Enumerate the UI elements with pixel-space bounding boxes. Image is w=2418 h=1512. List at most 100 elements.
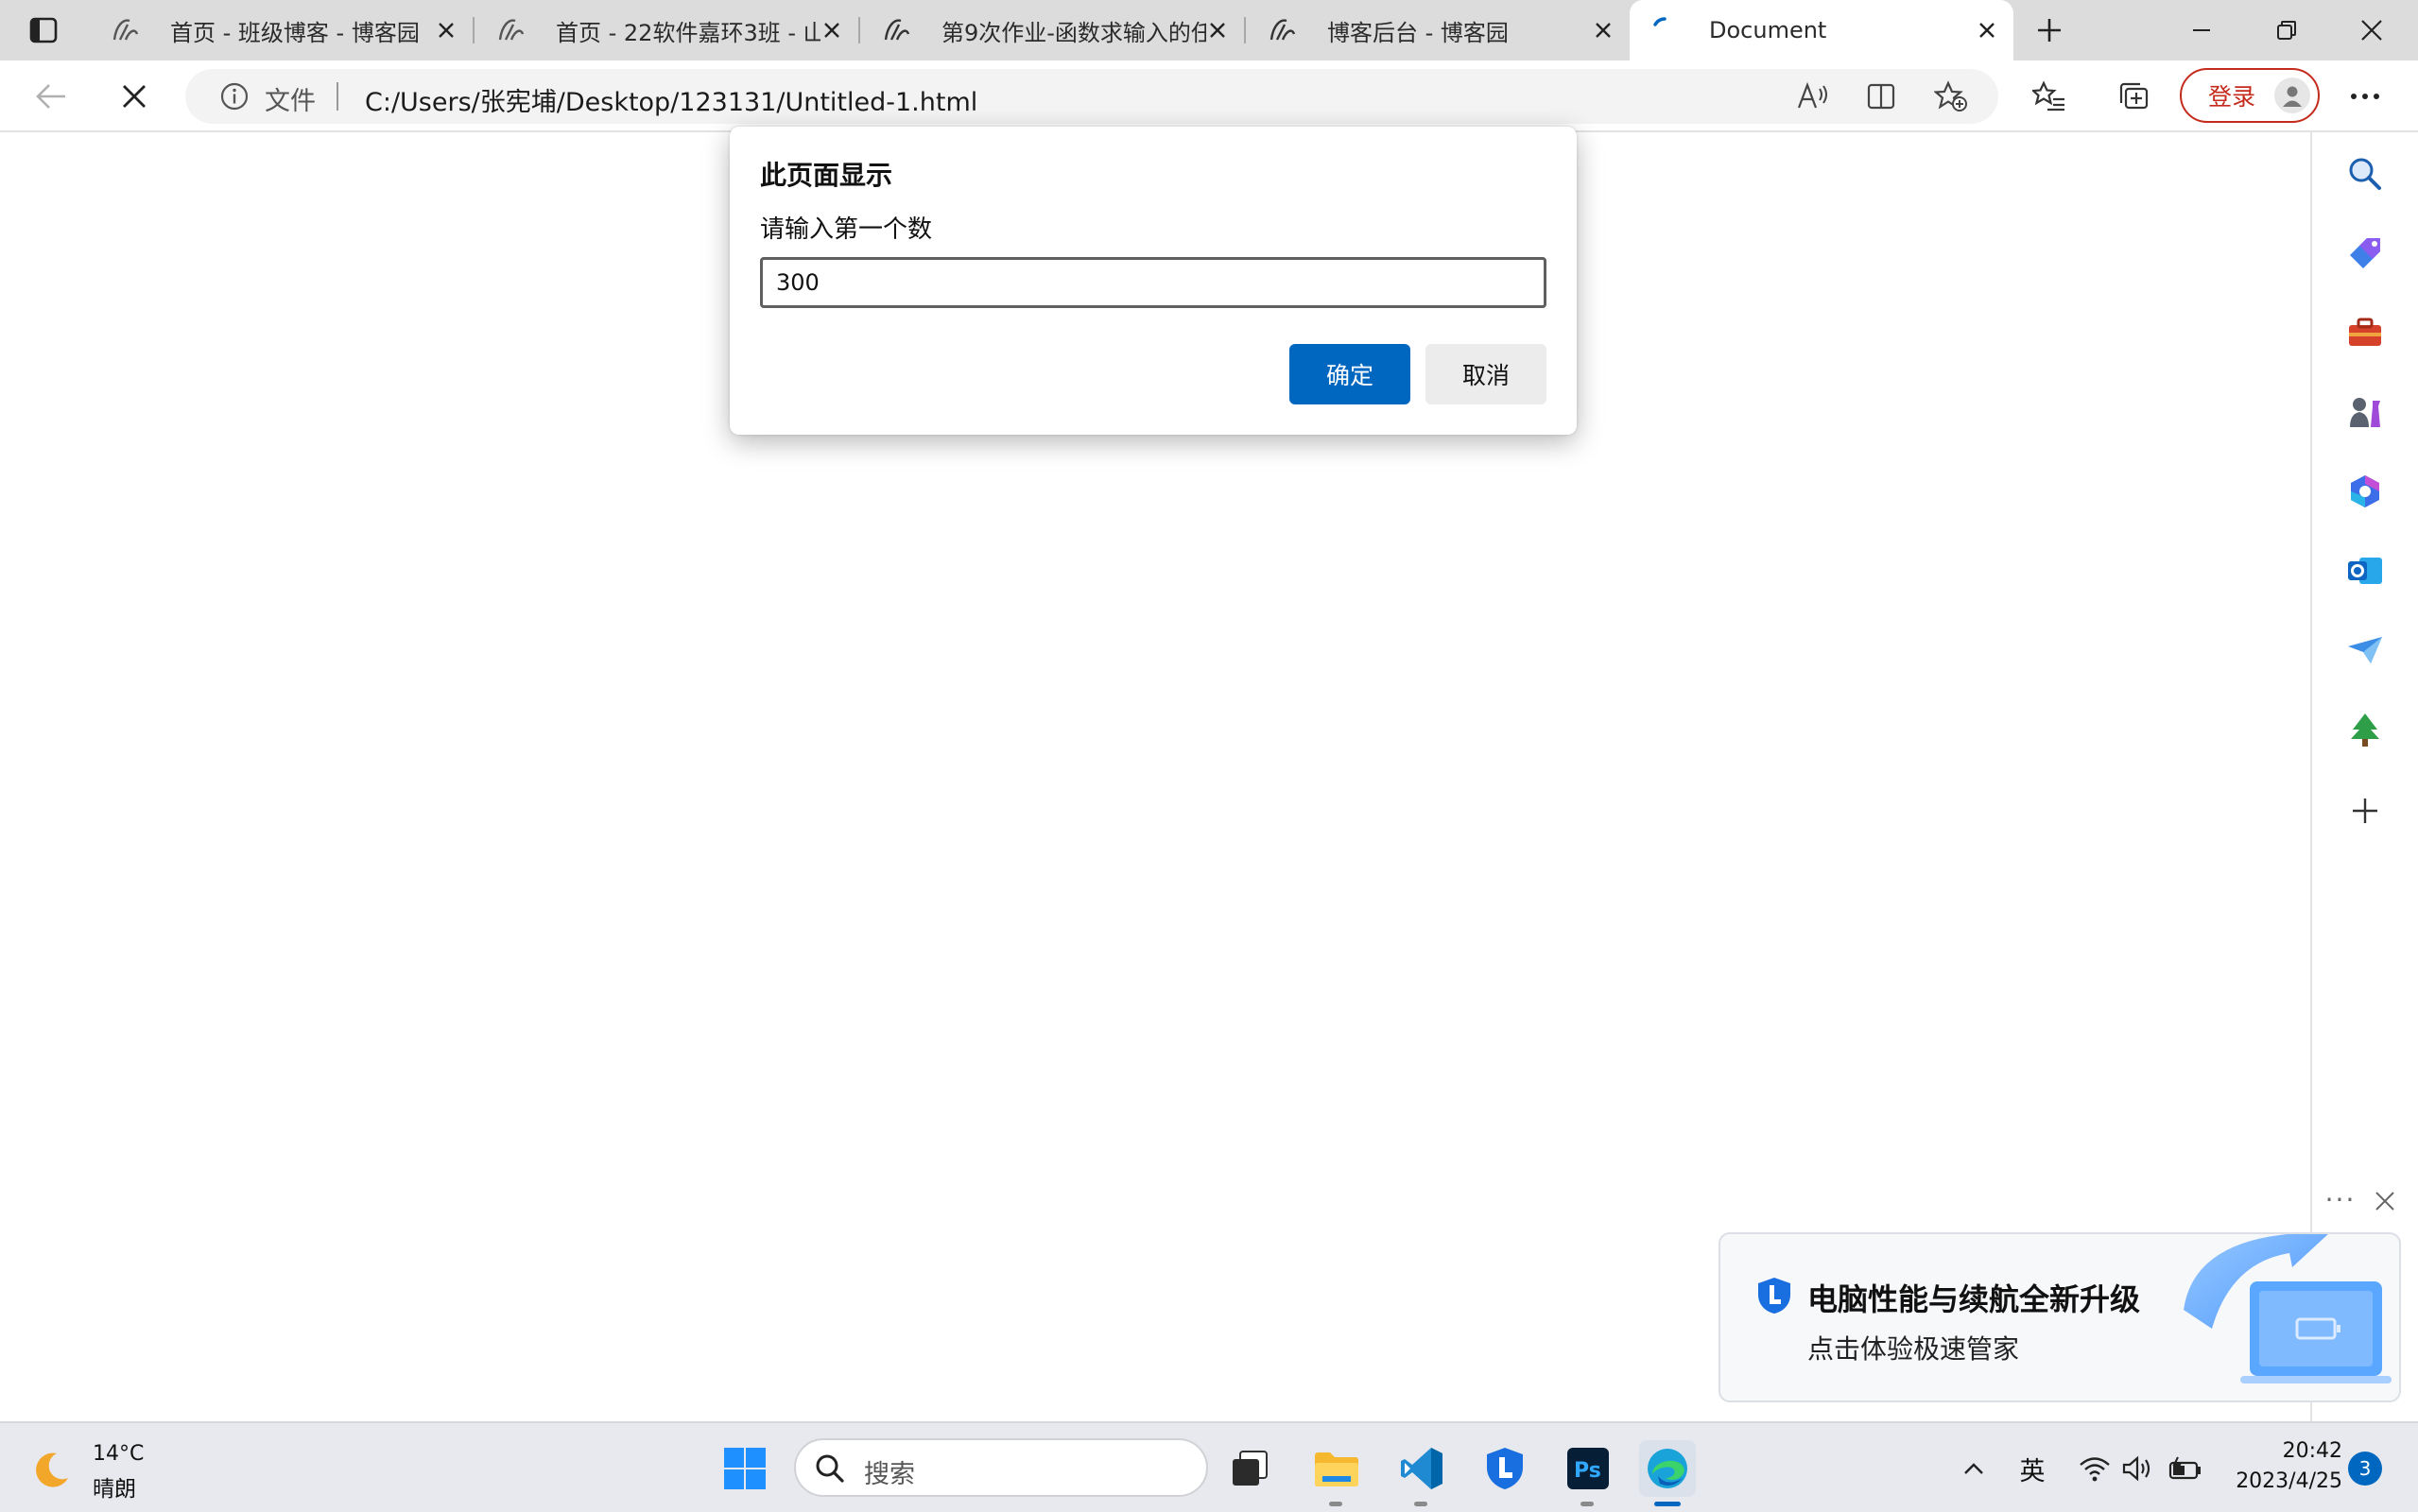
sidebar-outlook-button[interactable] xyxy=(2342,548,2388,593)
cnblogs-icon xyxy=(881,14,913,46)
photoshop-icon: Ps xyxy=(1567,1448,1609,1489)
close-tab-icon[interactable] xyxy=(819,17,845,43)
vscode-icon xyxy=(1401,1448,1442,1489)
address-bar[interactable]: 文件 C:/Users/张宪埔/Desktop/123131/Untitled-… xyxy=(185,69,1998,124)
shopping-tag-icon xyxy=(2350,238,2380,268)
cancel-button[interactable]: 取消 xyxy=(1425,344,1546,404)
new-tab-button[interactable] xyxy=(2025,9,2074,51)
running-indicator xyxy=(1414,1502,1427,1506)
toolbox-icon xyxy=(2349,318,2381,346)
file-explorer-button[interactable] xyxy=(1308,1440,1365,1506)
back-button[interactable] xyxy=(26,74,76,119)
notification-more-button[interactable]: ··· xyxy=(2322,1184,2359,1215)
search-placeholder: 搜索 xyxy=(864,1460,915,1489)
search-icon xyxy=(816,1454,844,1483)
settings-more-button[interactable] xyxy=(2340,74,2390,119)
tab-document-active[interactable]: Document xyxy=(1630,0,2013,60)
plus-icon xyxy=(2038,19,2061,42)
volume-status[interactable] xyxy=(2119,1446,2157,1491)
tab-title: Document xyxy=(1709,17,1827,43)
system-clock[interactable]: 20:42 2023/4/25 xyxy=(2221,1436,2342,1497)
tab-3[interactable]: 第9次作业-函数求输入的任 xyxy=(862,0,1244,60)
cnblogs-icon xyxy=(495,14,527,46)
cnblogs-icon xyxy=(110,14,142,46)
add-favorite-icon[interactable] xyxy=(1930,77,1972,115)
ok-button[interactable]: 确定 xyxy=(1289,344,1410,404)
chess-piece-icon xyxy=(2350,398,2380,427)
notification-close-button[interactable] xyxy=(2369,1185,2401,1217)
sidebar-send-button[interactable] xyxy=(2342,627,2388,673)
task-view-button[interactable] xyxy=(1221,1440,1278,1497)
edge-button[interactable] xyxy=(1639,1440,1696,1506)
restore-button[interactable] xyxy=(2244,0,2329,60)
sidebar-shopping-button[interactable] xyxy=(2342,231,2388,276)
minimize-icon xyxy=(2193,29,2210,31)
tab-actions-button[interactable] xyxy=(17,11,70,49)
stop-loading-button[interactable] xyxy=(110,74,159,119)
collections-button[interactable] xyxy=(2110,74,2159,119)
tab-2[interactable]: 首页 - 22软件嘉环3班 - 山 xyxy=(476,0,858,60)
sidebar-add-button[interactable] xyxy=(2342,788,2388,833)
sidebar-tree-button[interactable] xyxy=(2342,707,2388,752)
wifi-status[interactable] xyxy=(2076,1446,2114,1491)
more-horizontal-icon xyxy=(2351,94,2379,99)
prompt-input[interactable] xyxy=(760,257,1546,308)
taskbar-search-box[interactable]: 搜索 xyxy=(794,1438,1208,1497)
close-tab-icon[interactable] xyxy=(1204,17,1231,43)
tab-1[interactable]: 首页 - 班级博客 - 博客园 xyxy=(91,0,473,60)
show-hidden-icons-button[interactable] xyxy=(1957,1446,1991,1491)
start-button[interactable] xyxy=(717,1440,773,1497)
promo-notification[interactable]: 电脑性能与续航全新升级 点击体验极速管家 xyxy=(1719,1232,2401,1402)
svg-text:Ps: Ps xyxy=(1574,1459,1601,1483)
dialog-title: 此页面显示 xyxy=(760,160,893,191)
notification-title: 电脑性能与续航全新升级 xyxy=(1807,1281,2141,1317)
minimize-button[interactable] xyxy=(2159,0,2244,60)
plus-icon xyxy=(2353,799,2377,823)
info-icon[interactable] xyxy=(219,81,250,112)
notification-center-badge[interactable]: 3 xyxy=(2348,1452,2382,1486)
clock-time: 20:42 xyxy=(2282,1439,2342,1463)
edge-sidebar xyxy=(2310,132,2418,1421)
search-icon xyxy=(2349,158,2381,190)
photoshop-button[interactable]: Ps xyxy=(1560,1440,1616,1506)
battery-status[interactable] xyxy=(2167,1446,2204,1491)
file-scheme-label: 文件 xyxy=(265,87,316,116)
security-manager-logo-icon xyxy=(1758,1278,1790,1314)
sidebar-games-button[interactable] xyxy=(2342,389,2388,435)
read-aloud-icon[interactable] xyxy=(1792,77,1834,115)
close-tab-icon[interactable] xyxy=(1974,17,2000,43)
favorites-button[interactable] xyxy=(2025,74,2074,119)
running-indicator xyxy=(1329,1502,1342,1506)
battery-charging-icon xyxy=(2168,1456,2201,1480)
sidebar-tools-button[interactable] xyxy=(2342,310,2388,355)
sidebar-office-button[interactable] xyxy=(2342,469,2388,514)
tab-title: 首页 - 班级博客 - 博客园 xyxy=(170,19,420,46)
close-tab-icon[interactable] xyxy=(433,17,459,43)
url-text[interactable]: C:/Users/张宪埔/Desktop/123131/Untitled-1.h… xyxy=(365,81,977,118)
tab-separator xyxy=(1244,17,1246,43)
input-method-indicator[interactable]: 英 xyxy=(2012,1446,2053,1491)
close-icon xyxy=(2361,20,2382,41)
sidebar-search-button[interactable] xyxy=(2342,151,2388,197)
speaker-icon xyxy=(2122,1455,2150,1482)
tab-actions-icon xyxy=(29,17,58,43)
back-arrow-icon xyxy=(36,84,65,109)
laptop-upgrade-illustration-icon xyxy=(2184,1234,2392,1383)
close-window-button[interactable] xyxy=(2329,0,2414,60)
tab-4[interactable]: 博客后台 - 博客园 xyxy=(1248,0,1630,60)
split-screen-icon[interactable] xyxy=(1860,77,1902,115)
browser-toolbar: 文件 C:/Users/张宪埔/Desktop/123131/Untitled-… xyxy=(0,60,2418,132)
vscode-button[interactable] xyxy=(1393,1440,1450,1506)
paper-plane-icon xyxy=(2348,637,2382,663)
shield-l-icon xyxy=(1487,1448,1523,1489)
clock-date: 2023/4/25 xyxy=(2236,1469,2342,1493)
edge-icon xyxy=(1648,1449,1687,1488)
address-divider xyxy=(337,82,338,111)
close-tab-icon[interactable] xyxy=(1590,17,1616,43)
collections-icon xyxy=(2119,82,2149,110)
security-manager-button[interactable] xyxy=(1477,1440,1533,1497)
active-indicator xyxy=(1654,1502,1681,1506)
login-button[interactable]: 登录 xyxy=(2180,68,2320,123)
dialog-message: 请输入第一个数 xyxy=(760,215,933,244)
tab-title: 第9次作业-函数求输入的任 xyxy=(941,19,1206,46)
